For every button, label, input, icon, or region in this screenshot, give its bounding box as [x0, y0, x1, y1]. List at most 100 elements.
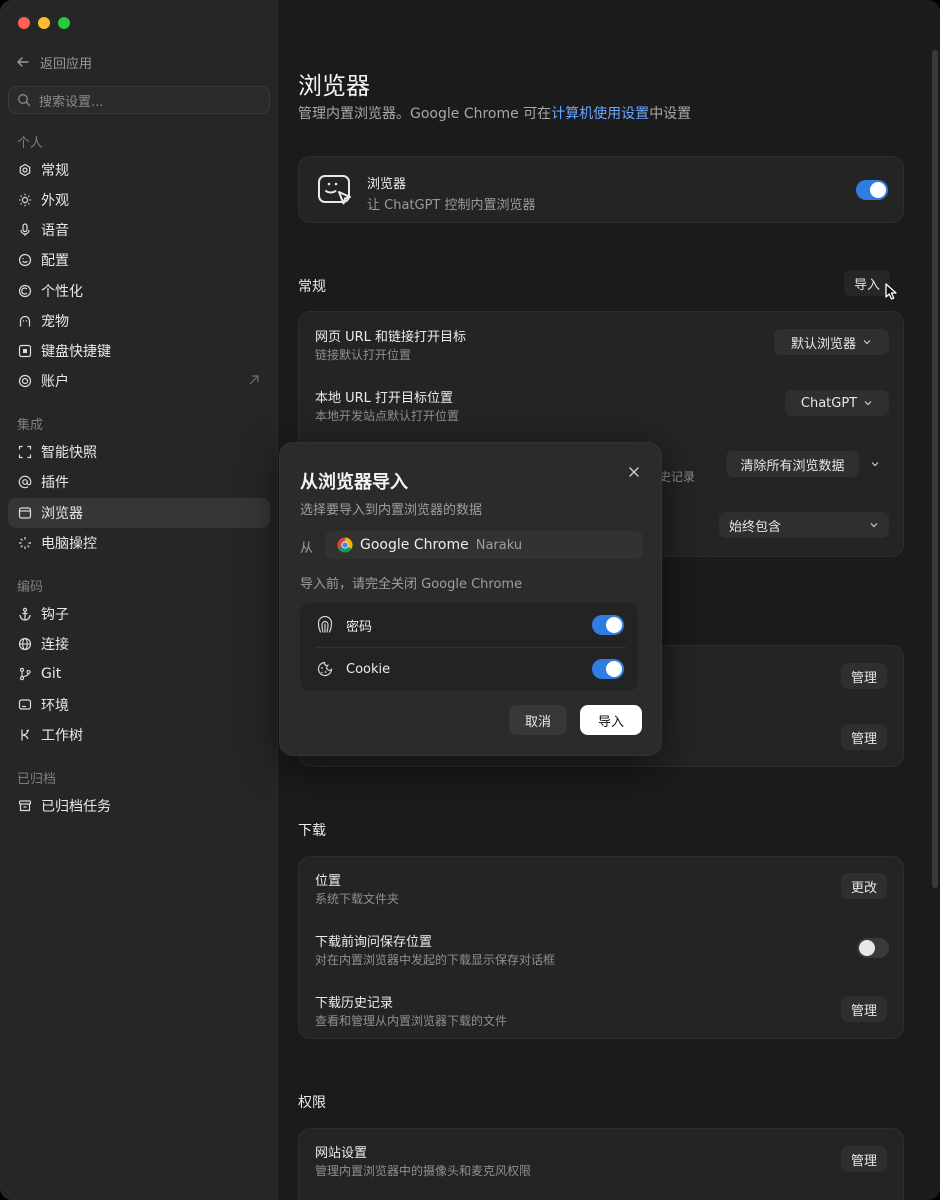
sidebar-item-environment[interactable]: 环境 — [8, 690, 270, 720]
download-history-desc: 查看和管理从内置浏览器下载的文件 — [315, 1014, 508, 1028]
search-icon — [18, 94, 31, 107]
section-title-integrations: 集成 — [17, 418, 44, 433]
sidebar-item-label: 浏览器 — [41, 506, 83, 522]
sidebar-item-label: 键盘快捷键 — [41, 344, 111, 360]
sidebar-item-smart-snapshot[interactable]: 智能快照 — [8, 437, 270, 467]
settings-window: 返回应用 搜索设置... 个人 常规 外观 语音 配置 个性化 宠物 键盘快捷键… — [0, 0, 940, 1200]
chevron-down-icon[interactable] — [870, 459, 880, 469]
confirm-import-button[interactable]: 导入 — [580, 705, 642, 735]
sidebar-item-label: 账户 — [41, 374, 69, 390]
sidebar-item-archived-tasks[interactable]: 已归档任务 — [8, 791, 270, 821]
sidebar-item-git[interactable]: Git — [8, 659, 270, 689]
browser-cursor-icon — [318, 175, 351, 205]
globe-icon — [18, 637, 32, 651]
include-option-dropdown[interactable]: 始终包含 — [719, 512, 889, 538]
computer-control-icon — [19, 537, 31, 549]
minimize-window-button[interactable] — [38, 17, 50, 29]
sidebar-item-worktree[interactable]: 工作树 — [8, 720, 270, 750]
option-label: 密码 — [346, 619, 373, 635]
section-title-coding: 编码 — [17, 580, 44, 595]
git-icon — [19, 667, 31, 681]
personalize-icon — [18, 284, 32, 298]
history-desc-fragment: 史记录 — [659, 470, 696, 484]
general-heading: 常规 — [298, 279, 326, 295]
browser-icon — [18, 507, 32, 519]
ask-save-location-title: 下载前询问保存位置 — [315, 935, 433, 950]
ask-save-location-toggle[interactable] — [857, 938, 889, 958]
import-option-passwords: 密码 — [316, 603, 626, 647]
web-url-target-dropdown[interactable]: 默认浏览器 — [774, 329, 889, 355]
cookie-toggle[interactable] — [592, 659, 624, 679]
sidebar-item-label: Git — [41, 666, 62, 682]
arrow-left-icon — [17, 57, 29, 67]
sidebar-item-hooks[interactable]: 钩子 — [8, 599, 270, 629]
cancel-button[interactable]: 取消 — [509, 705, 567, 735]
sidebar-item-label: 连接 — [41, 637, 69, 653]
passwords-toggle[interactable] — [592, 615, 624, 635]
anchor-icon — [19, 607, 31, 621]
manage-button[interactable]: 管理 — [841, 663, 888, 689]
page-subtitle: 管理内置浏览器。Google Chrome 可在计算机使用设置中设置 — [298, 103, 691, 123]
sidebar-item-account[interactable]: 账户 — [8, 366, 270, 396]
import-button[interactable]: 导入 — [844, 270, 891, 296]
close-icon[interactable] — [627, 465, 641, 479]
worktree-icon — [21, 729, 30, 741]
change-location-button[interactable]: 更改 — [841, 873, 888, 899]
source-browser-name: Google Chrome — [360, 537, 469, 553]
sidebar-item-pet[interactable]: 宠物 — [8, 306, 270, 336]
sidebar-item-connections[interactable]: 连接 — [8, 629, 270, 659]
close-window-button[interactable] — [18, 17, 30, 29]
download-history-title: 下载历史记录 — [315, 996, 394, 1011]
sidebar-item-voice[interactable]: 语音 — [8, 215, 270, 245]
cookie-icon — [317, 661, 333, 677]
web-url-target-title: 网页 URL 和链接打开目标 — [315, 330, 467, 345]
archive-icon — [18, 800, 32, 812]
chevron-down-icon — [864, 401, 872, 406]
site-settings-title: 网站设置 — [315, 1146, 368, 1161]
section-title-personal: 个人 — [17, 136, 44, 151]
config-icon — [18, 253, 32, 267]
manage-downloads-button[interactable]: 管理 — [841, 996, 888, 1022]
browser-toggle-card: 浏览器 让 ChatGPT 控制内置浏览器 — [298, 156, 904, 223]
sidebar: 返回应用 搜索设置... 个人 常规 外观 语音 配置 个性化 宠物 键盘快捷键… — [0, 0, 278, 1200]
computer-use-settings-link[interactable]: 计算机使用设置 — [551, 106, 649, 122]
sidebar-item-browser[interactable]: 浏览器 — [8, 498, 270, 528]
sidebar-item-keyboard[interactable]: 键盘快捷键 — [8, 336, 270, 366]
gear-icon — [19, 163, 31, 177]
scrollbar[interactable] — [932, 50, 938, 888]
mouse-cursor-icon — [885, 283, 897, 300]
section-title-archived: 已归档 — [17, 772, 57, 787]
sun-icon — [18, 193, 32, 207]
browser-card-title: 浏览器 — [367, 177, 407, 192]
local-url-target-dropdown[interactable]: ChatGPT — [785, 390, 889, 416]
source-profile-name: Naraku — [475, 537, 523, 553]
zoom-window-button[interactable] — [58, 17, 70, 29]
clear-browsing-data-button[interactable]: 清除所有浏览数据 — [726, 451, 859, 477]
sidebar-item-label: 语音 — [41, 223, 69, 239]
source-browser-select[interactable]: Google Chrome Naraku — [325, 531, 643, 559]
dropdown-value: 默认浏览器 — [790, 336, 856, 352]
sidebar-item-label: 工作树 — [41, 728, 83, 744]
manage-button[interactable]: 管理 — [841, 724, 888, 750]
account-icon — [18, 374, 32, 388]
chevron-down-icon — [863, 340, 871, 345]
sidebar-item-personalize[interactable]: 个性化 — [8, 276, 270, 306]
password-icon — [317, 616, 333, 633]
web-url-target-desc: 链接默认打开位置 — [315, 348, 412, 362]
dialog-title: 从浏览器导入 — [300, 472, 408, 493]
at-icon — [18, 475, 32, 489]
sidebar-item-config[interactable]: 配置 — [8, 245, 270, 275]
sidebar-item-label: 配置 — [41, 253, 69, 269]
sidebar-item-plugins[interactable]: 插件 — [8, 467, 270, 497]
sidebar-item-label: 宠物 — [41, 314, 69, 330]
back-to-app-button[interactable]: 返回应用 — [16, 52, 92, 72]
search-input[interactable]: 搜索设置... — [8, 86, 270, 114]
sidebar-item-appearance[interactable]: 外观 — [8, 185, 270, 215]
browser-enable-toggle[interactable] — [856, 180, 888, 200]
sidebar-item-computer-control[interactable]: 电脑操控 — [8, 528, 270, 558]
browser-card-desc: 让 ChatGPT 控制内置浏览器 — [367, 198, 536, 213]
manage-site-settings-button[interactable]: 管理 — [841, 1146, 888, 1172]
from-label: 从 — [300, 541, 314, 556]
sidebar-item-general[interactable]: 常规 — [8, 155, 270, 185]
option-label: Cookie — [346, 661, 391, 677]
